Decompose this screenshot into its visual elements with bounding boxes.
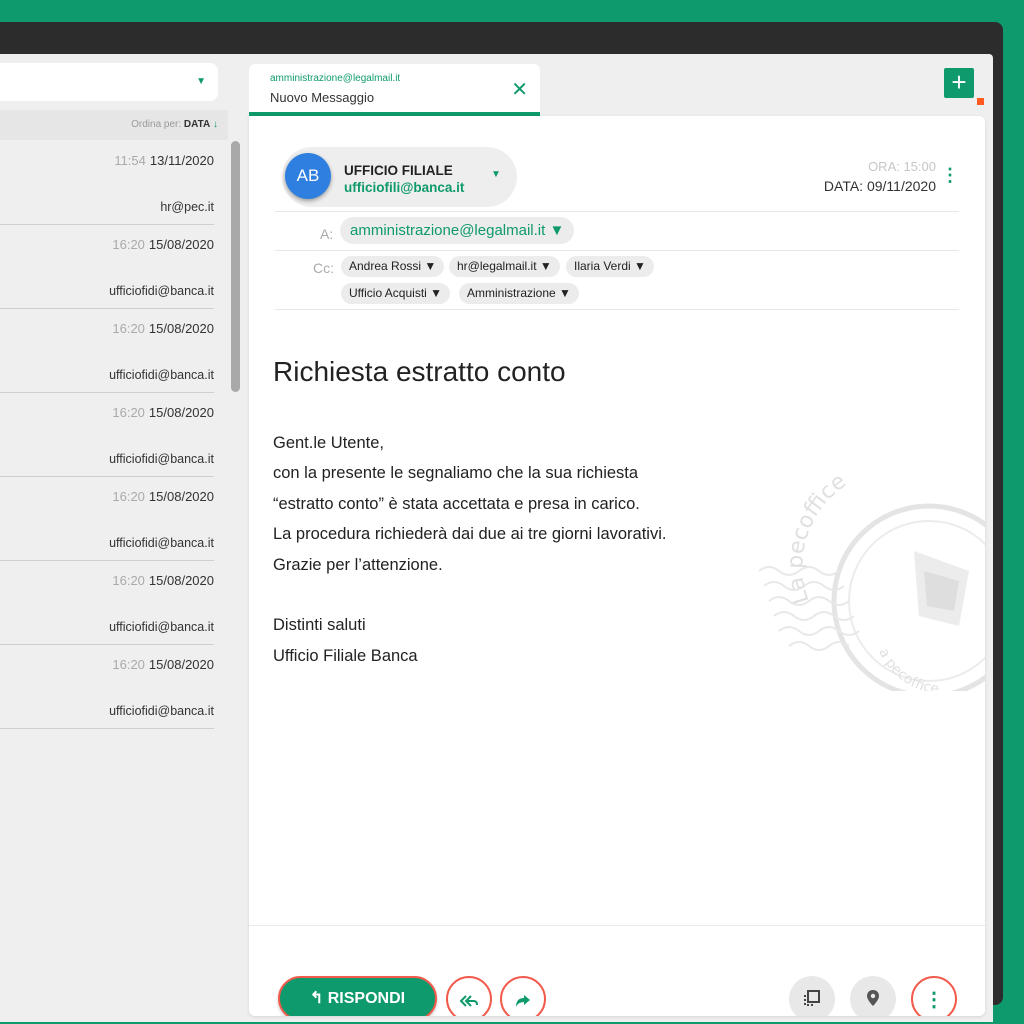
location-icon [867, 989, 879, 1006]
list-item-datetime: 16:20 15/08/2020 [112, 489, 214, 504]
list-item-date: 15/08/2020 [148, 573, 214, 588]
list-item-date: 15/08/2020 [148, 657, 214, 672]
copy-button[interactable] [789, 976, 835, 1016]
list-item-sender: ufficiofidi@banca.it [109, 536, 214, 550]
body-line: Gent.le Utente, [273, 434, 384, 452]
body-line: con la presente le segnaliamo che la sua… [273, 464, 639, 483]
message-panel: AB UFFICIO FILIALE ufficiofili@banca.it … [249, 116, 985, 1016]
sort-label: Ordina per: [131, 119, 182, 130]
message-date: DATA: 09/11/2020 [823, 178, 936, 194]
list-item-datetime: 16:20 15/08/2020 [112, 321, 214, 336]
list-item[interactable]: 16:20 15/08/2020 ufficiofidi@banca.it [0, 393, 214, 477]
avatar: AB [285, 153, 331, 199]
forward-icon [516, 995, 530, 1008]
sort-value: DATA [183, 119, 211, 130]
sort-arrow-icon: ↓ [213, 119, 218, 130]
chevron-down-icon: ▼ [196, 76, 206, 87]
copy-icon [804, 989, 820, 1006]
sort-bar[interactable]: Ordina per: DATA ↓ [0, 110, 228, 140]
tab-new-message[interactable]: amministrazione@legalmail.it Nuovo Messa… [249, 64, 540, 116]
more-options-button[interactable]: ⋮ [911, 976, 957, 1016]
body-line: “estratto conto” è stata accettata e pre… [273, 494, 640, 513]
list-item[interactable]: 16:20 15/08/2020 ufficiofidi@banca.it [0, 477, 214, 561]
body-line: Grazie per l’attenzione. [273, 555, 443, 574]
message-body: Gent.le Utente, con la presente le segna… [273, 428, 666, 671]
list-item-date: 15/08/2020 [148, 321, 214, 336]
body-line: Distinti saluti [273, 616, 366, 635]
list-item-time: 16:20 [112, 405, 145, 420]
body-line: La procedura richiederà dai due ai tre g… [273, 525, 667, 544]
list-item-date: 15/08/2020 [148, 405, 214, 420]
app-window: ▼ Ordina per: DATA ↓ 11:54 13/11/2020 hr@… [0, 54, 993, 1022]
list-item-time: 16:20 [112, 237, 145, 252]
list-item[interactable]: 16:20 15/08/2020 ufficiofidi@banca.it [0, 561, 214, 645]
more-icon: ⋮ [924, 989, 944, 1011]
message-time: ORA: 15:00 [868, 159, 936, 174]
list-item-time: 16:20 [112, 573, 145, 588]
reply-all-icon [459, 995, 478, 1007]
divider [249, 925, 985, 926]
list-item-datetime: 11:54 13/11/2020 [114, 153, 214, 168]
chevron-down-icon: ▼ [491, 169, 501, 180]
list-item-time: 16:20 [112, 489, 145, 504]
folder-selector[interactable]: ▼ [0, 63, 218, 101]
device-frame: ▼ Ordina per: DATA ↓ 11:54 13/11/2020 hr@… [0, 22, 1003, 1022]
cc-chip[interactable]: hr@legalmail.it ▼ [449, 256, 560, 277]
body-line [273, 580, 666, 610]
message-subject: Richiesta estratto conto [273, 356, 566, 387]
list-item-sender: ufficiofidi@banca.it [109, 620, 214, 634]
cc-chip[interactable]: Ufficio Acquisti ▼ [341, 283, 451, 304]
sender-email: ufficiofili@banca.it [344, 180, 465, 195]
list-item-time: 11:54 [114, 153, 146, 168]
cc-chip[interactable]: Andrea Rossi ▼ [341, 256, 445, 277]
list-item-time: 16:20 [112, 657, 145, 672]
tab-title: Nuovo Messaggio [270, 90, 375, 105]
cc-chip[interactable]: Amministrazione ▼ [459, 283, 579, 304]
pecoffice-stamp-watermark: La pecoffice a pecoffice [759, 469, 985, 691]
list-item-sender: ufficiofidi@banca.it [109, 452, 214, 466]
list-item[interactable]: 11:54 13/11/2020 hr@pec.it [0, 141, 214, 225]
close-icon[interactable]: ✕ [511, 80, 528, 100]
recipient-chip[interactable]: amministrazione@legalmail.it ▼ [340, 217, 575, 244]
stamp-text: La pecoffice [783, 469, 851, 607]
list-item-date: 15/08/2020 [148, 237, 214, 252]
more-options-icon[interactable]: ⋮ [941, 166, 959, 184]
location-button[interactable] [850, 976, 896, 1016]
cc-label: Cc: [313, 260, 334, 276]
reply-all-button[interactable] [446, 976, 492, 1016]
divider [275, 309, 959, 310]
forward-button[interactable] [500, 976, 546, 1016]
list-item-sender: hr@pec.it [160, 200, 214, 214]
list-item-datetime: 16:20 15/08/2020 [112, 573, 214, 588]
to-label: A: [320, 226, 334, 242]
list-item-datetime: 16:20 15/08/2020 [112, 237, 214, 252]
body-line: Ufficio Filiale Banca [273, 646, 418, 665]
list-item-sender: ufficiofidi@banca.it [109, 368, 214, 382]
sender-name: UFFICIO FILIALE [344, 163, 453, 178]
divider [275, 211, 959, 212]
list-item-datetime: 16:20 15/08/2020 [112, 657, 214, 672]
cc-chip[interactable]: Ilaria Verdi ▼ [566, 256, 654, 277]
divider [275, 250, 959, 251]
list-item[interactable]: 16:20 15/08/2020 ufficiofidi@banca.it [0, 225, 214, 309]
tab-address: amministrazione@legalmail.it [270, 73, 401, 84]
list-item[interactable]: 16:20 15/08/2020 ufficiofidi@banca.it [0, 309, 214, 393]
message-list-pane: ▼ Ordina per: DATA ↓ 11:54 13/11/2020 hr@… [0, 54, 246, 1022]
new-message-button[interactable]: + [944, 68, 974, 98]
list-item-datetime: 16:20 15/08/2020 [112, 405, 214, 420]
sender-selector[interactable]: AB UFFICIO FILIALE ufficiofili@banca.it … [282, 147, 517, 207]
list-item-sender: ufficiofidi@banca.it [109, 704, 214, 718]
list-item-date: 15/08/2020 [148, 489, 214, 504]
list-item-date: 13/11/2020 [149, 153, 214, 168]
list-item-time: 16:20 [112, 321, 145, 336]
notification-dot [977, 98, 984, 105]
list-scrollbar[interactable] [231, 141, 240, 392]
list-item-sender: ufficiofidi@banca.it [109, 284, 214, 298]
list-item[interactable]: 16:20 15/08/2020 ufficiofidi@banca.it [0, 645, 214, 729]
reply-button[interactable]: ↰ RISPONDI [278, 976, 437, 1016]
